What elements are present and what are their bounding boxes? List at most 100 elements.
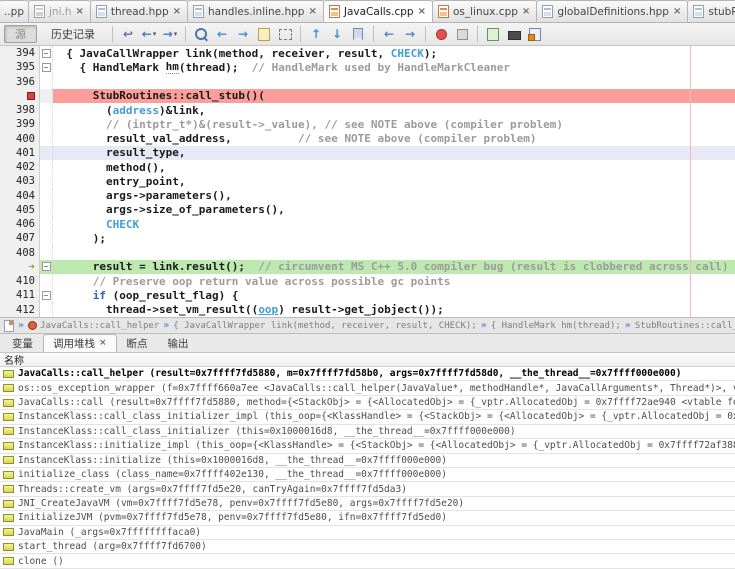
editor-tab-jni-h[interactable]: jni.h × (28, 0, 91, 22)
stack-frame-row[interactable]: JavaMain (_args=0x7ffffffffaca0) (0, 526, 735, 541)
stack-frame-row[interactable]: InstanceKlass::call_class_initializer (t… (0, 425, 735, 440)
debugger-tab-调用堆栈[interactable]: 调用堆栈 × (43, 334, 117, 352)
stack-frame-row[interactable]: initialize_class (class_name=0x7ffff402e… (0, 468, 735, 483)
fold-column[interactable] (40, 231, 53, 246)
debugger-tab-变量[interactable]: 变量 (2, 334, 43, 352)
close-icon[interactable]: × (99, 339, 107, 348)
stack-frame-row[interactable]: JavaCalls::call (result=0x7ffff7fd5880, … (0, 396, 735, 411)
shift-line-right-icon[interactable]: → (401, 25, 419, 43)
shift-line-left-icon[interactable]: ← (380, 25, 398, 43)
fold-column[interactable] (40, 188, 53, 203)
toggle-highlight-search-icon[interactable] (255, 25, 273, 43)
breadcrumb-item[interactable]: { HandleMark hm(thread); (491, 321, 621, 331)
close-icon[interactable]: × (418, 6, 426, 17)
fold-column[interactable] (40, 145, 53, 160)
fold-column[interactable] (40, 88, 53, 103)
line-gutter[interactable]: 398 (0, 103, 40, 118)
fold-column[interactable] (40, 202, 53, 217)
line-gutter[interactable]: 405 (0, 202, 40, 217)
line-gutter[interactable]: 411 (0, 288, 40, 303)
debugger-tab-断点[interactable]: 断点 (117, 334, 158, 352)
fold-collapse-icon[interactable]: − (41, 62, 51, 72)
line-gutter[interactable]: 394 (0, 46, 40, 61)
back-icon[interactable]: ← ▾ (140, 25, 158, 43)
stack-frame-row[interactable]: clone () (0, 554, 735, 569)
history-view-button[interactable]: 历史记录 (40, 25, 106, 43)
fold-column[interactable] (40, 74, 53, 89)
breadcrumb-item[interactable]: JavaCalls::call_helper (28, 321, 159, 331)
editor-tab-javacalls-cpp[interactable]: JavaCalls.cpp × (322, 0, 433, 22)
stack-frame-row[interactable]: InstanceKlass::call_class_initializer_im… (0, 410, 735, 425)
fold-column[interactable] (40, 117, 53, 132)
editor-tab-os-linux-cpp[interactable]: os_linux.cpp × (431, 0, 538, 22)
source-view-button[interactable]: 源 (4, 25, 37, 43)
line-gutter[interactable]: 407 (0, 231, 40, 246)
fold-column[interactable] (40, 274, 53, 289)
find-previous-occurrence-icon[interactable]: ← (213, 25, 231, 43)
fold-column[interactable] (40, 217, 53, 232)
debugger-tab-输出[interactable]: 输出 (158, 334, 199, 352)
rectangular-selection-icon[interactable] (276, 25, 294, 43)
close-icon[interactable]: × (308, 6, 316, 17)
start-macro-recording-icon[interactable] (432, 25, 450, 43)
comment-icon[interactable] (484, 25, 502, 43)
stack-frame-row[interactable]: JavaCalls::call_helper (result=0x7ffff7f… (0, 367, 735, 382)
close-icon[interactable]: × (673, 6, 681, 17)
line-gutter[interactable]: 400 (0, 131, 40, 146)
line-gutter[interactable] (0, 88, 40, 103)
editor-tab--pp[interactable]: ..pp (0, 0, 30, 22)
fold-column[interactable] (40, 245, 53, 260)
line-gutter[interactable]: 395 (0, 60, 40, 75)
breadcrumb-item[interactable]: { JavaCallWrapper link(method, receiver,… (173, 321, 476, 331)
stack-frame-row[interactable]: os::os_exception_wrapper (f=0x7ffff660a7… (0, 381, 735, 396)
line-gutter[interactable]: 402 (0, 160, 40, 175)
macro-expansion-icon[interactable] (526, 25, 544, 43)
stack-frame-row[interactable]: Threads::create_vm (args=0x7ffff7fd5e20,… (0, 482, 735, 497)
stack-frame-row[interactable]: start_thread (arg=0x7ffff7fd6700) (0, 540, 735, 555)
find-next-occurrence-icon[interactable]: → (234, 25, 252, 43)
line-gutter[interactable]: 399 (0, 117, 40, 132)
line-gutter[interactable]: 396 (0, 74, 40, 89)
forward-icon[interactable]: → ▾ (161, 25, 179, 43)
fold-column[interactable] (40, 131, 53, 146)
fold-collapse-icon[interactable]: − (41, 262, 51, 272)
editor-tab-thread-hpp[interactable]: thread.hpp × (89, 0, 189, 22)
previous-bookmark-icon[interactable]: ↑ (307, 25, 325, 43)
fold-column[interactable] (40, 174, 53, 189)
stack-frame-row[interactable]: JNI_CreateJavaVM (vm=0x7ffff7fd5e78, pen… (0, 497, 735, 512)
find-selection-icon[interactable] (192, 25, 210, 43)
code-editor[interactable]: 394− { JavaCallWrapper link(method, rece… (0, 46, 735, 317)
fold-collapse-icon[interactable]: − (41, 48, 51, 58)
line-gutter[interactable]: 406 (0, 217, 40, 232)
fold-collapse-icon[interactable]: − (41, 290, 51, 300)
stop-macro-recording-icon[interactable] (453, 25, 471, 43)
line-gutter[interactable]: 401 (0, 145, 40, 160)
stack-frame-row[interactable]: InstanceKlass::initialize_impl (this_oop… (0, 439, 735, 454)
line-gutter[interactable]: 412 (0, 302, 40, 317)
fold-column[interactable]: − (40, 46, 53, 61)
editor-tab-handles-inline-hpp[interactable]: handles.inline.hpp × (187, 0, 324, 22)
breadcrumb-item[interactable] (4, 319, 14, 332)
fold-column[interactable]: − (40, 60, 53, 75)
editor-tab-globaldefinitions-hpp[interactable]: globalDefinitions.hpp × (536, 0, 689, 22)
fold-column[interactable] (40, 160, 53, 175)
last-edit-location-icon[interactable]: ↩ (119, 25, 137, 43)
fold-column[interactable] (40, 103, 53, 118)
toggle-bookmark-icon[interactable] (349, 25, 367, 43)
breakpoint-icon[interactable] (27, 91, 35, 100)
editor-tab-stubroutines-hpp[interactable]: stubRoutines.hpp× (687, 0, 735, 22)
uncomment-icon[interactable] (505, 25, 523, 43)
line-gutter[interactable]: 408 (0, 245, 40, 260)
fold-column[interactable]: − (40, 259, 53, 274)
line-gutter[interactable]: ➔ (0, 259, 40, 274)
close-icon[interactable]: × (173, 6, 181, 17)
line-gutter[interactable]: 404 (0, 188, 40, 203)
close-icon[interactable]: × (522, 6, 530, 17)
line-gutter[interactable]: 403 (0, 174, 40, 189)
close-icon[interactable]: × (76, 6, 84, 17)
breadcrumb-item[interactable]: StubRoutines::call_stub()( (635, 321, 735, 331)
stack-frame-row[interactable]: InitializeJVM (pvm=0x7ffff7fd5e78, penv=… (0, 511, 735, 526)
stack-frame-row[interactable]: InstanceKlass::initialize (this=0x100001… (0, 454, 735, 468)
fold-column[interactable] (40, 302, 53, 317)
fold-column[interactable]: − (40, 288, 53, 303)
